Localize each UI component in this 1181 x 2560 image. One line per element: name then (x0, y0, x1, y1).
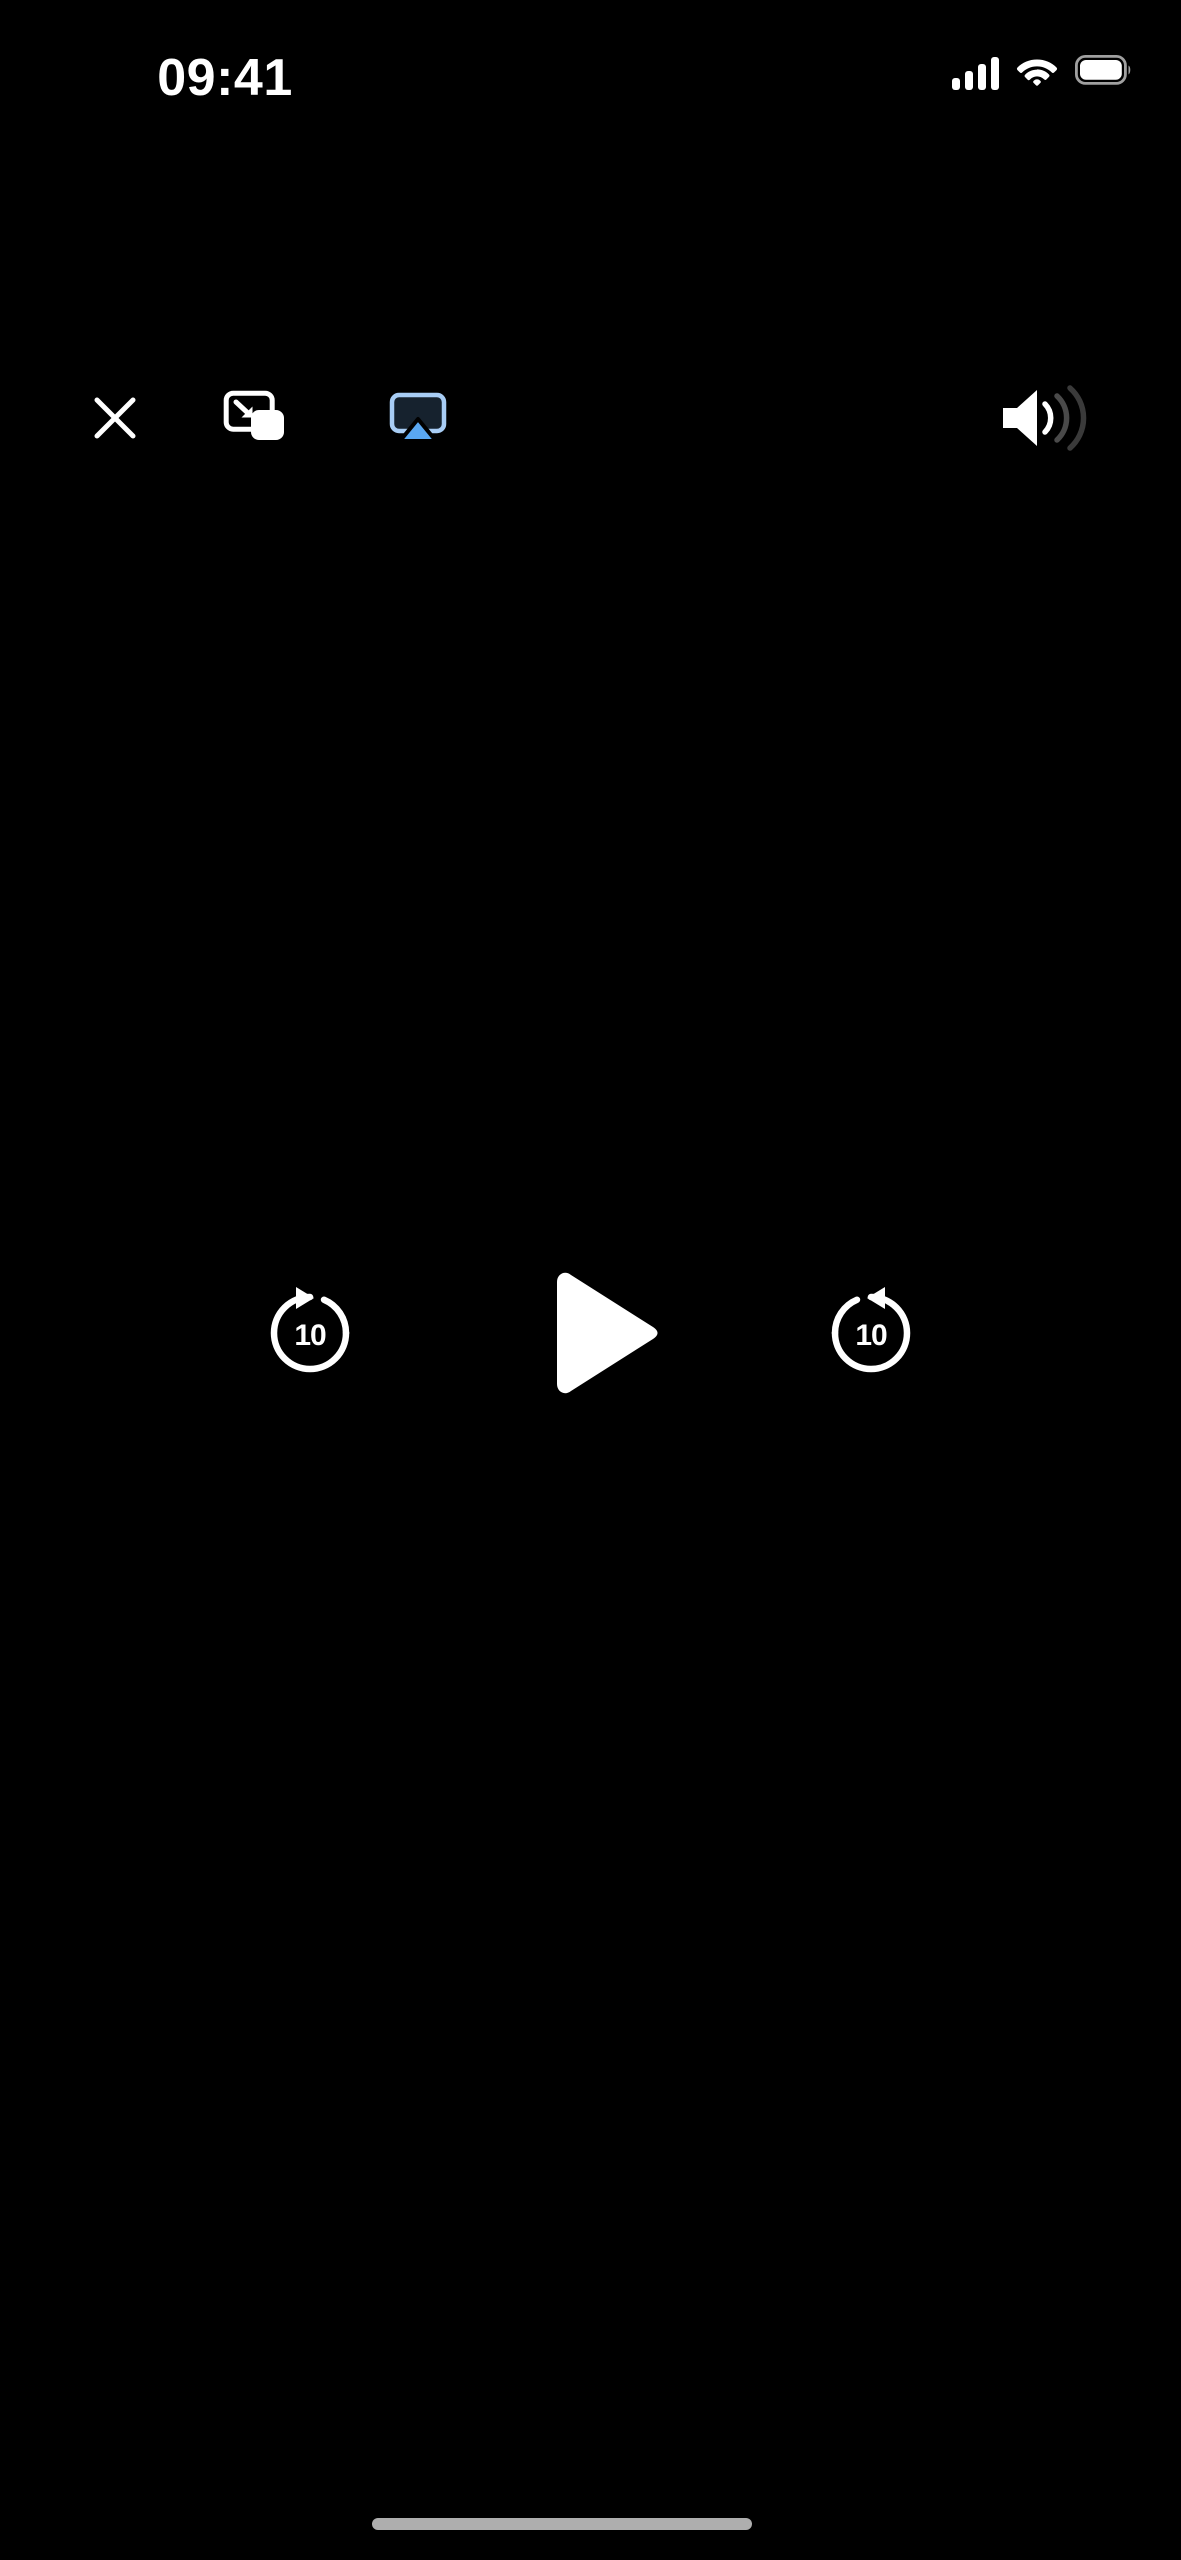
skip-back-10-icon (260, 1283, 360, 1388)
volume-icon (997, 384, 1093, 457)
status-bar-clock: 09:41 (157, 49, 293, 107)
skip-forward-10-icon (821, 1283, 921, 1388)
picture-in-picture-icon (223, 390, 287, 451)
volume-button[interactable] (990, 383, 1100, 457)
close-button[interactable] (80, 385, 150, 455)
wifi-icon (1016, 54, 1058, 91)
picture-in-picture-button[interactable] (215, 385, 295, 455)
battery-icon (1074, 54, 1133, 90)
skip-forward-10-button[interactable]: 10 (801, 1255, 941, 1415)
cellular-signal-icon (952, 56, 999, 90)
play-pause-button[interactable] (520, 1255, 680, 1415)
skip-back-10-button[interactable]: 10 (240, 1255, 380, 1415)
player-top-controls (0, 185, 1181, 451)
playback-transport-controls: 10 10 (0, 1255, 1181, 1415)
airplay-icon (389, 392, 447, 449)
now-playing-panel: Stranger In A Strange Land For All Manki… (0, 2140, 1181, 2560)
status-bar: 09:41 (0, 0, 1181, 140)
play-icon (535, 1268, 665, 1403)
close-icon (91, 394, 139, 447)
status-bar-indicators (952, 54, 1133, 91)
airplay-button[interactable] (383, 385, 453, 455)
home-indicator[interactable] (372, 2518, 752, 2530)
video-player-screen: 09:41 10 10 (0, 0, 1181, 2560)
